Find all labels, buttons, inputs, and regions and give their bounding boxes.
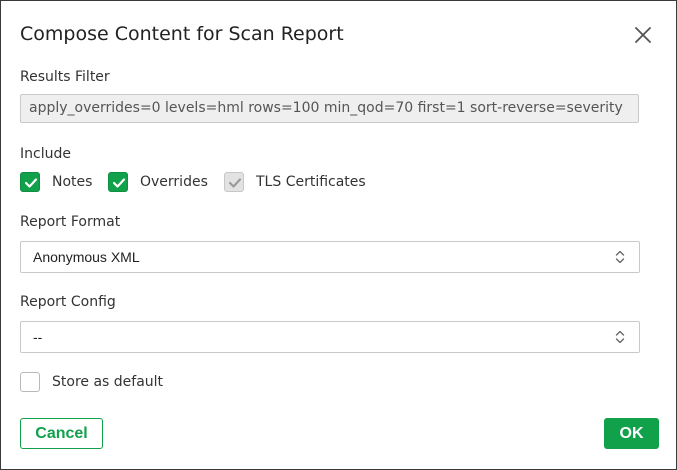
- checkmark-icon: [228, 178, 242, 188]
- report-format-select[interactable]: Anonymous XML: [20, 241, 640, 273]
- report-format-value: Anonymous XML: [33, 249, 140, 265]
- select-arrows-icon: [615, 250, 625, 264]
- store-as-default-label[interactable]: Store as default: [52, 374, 163, 390]
- compose-content-dialog: Compose Content for Scan Report Results …: [0, 0, 677, 470]
- notes-checkbox[interactable]: [20, 172, 40, 192]
- overrides-checkbox-label[interactable]: Overrides: [140, 174, 208, 190]
- notes-checkbox-label[interactable]: Notes: [52, 174, 92, 190]
- report-config-select[interactable]: --: [20, 321, 640, 353]
- ok-button[interactable]: OK: [604, 418, 659, 449]
- close-icon[interactable]: [631, 23, 655, 47]
- store-as-default-checkbox[interactable]: [20, 372, 40, 392]
- cancel-button[interactable]: Cancel: [20, 418, 103, 449]
- tls-certificates-checkbox-label: TLS Certificates: [256, 174, 366, 190]
- checkmark-icon: [24, 178, 38, 188]
- include-label: Include: [20, 146, 71, 162]
- checkmark-icon: [112, 178, 126, 188]
- results-filter-label: Results Filter: [20, 69, 110, 85]
- report-config-value: --: [33, 329, 43, 345]
- report-format-label: Report Format: [20, 214, 121, 230]
- dialog-title: Compose Content for Scan Report: [20, 23, 344, 45]
- tls-certificates-checkbox: [224, 172, 244, 192]
- results-filter-field: apply_overrides=0 levels=hml rows=100 mi…: [20, 94, 639, 123]
- report-config-label: Report Config: [20, 294, 116, 310]
- overrides-checkbox[interactable]: [108, 172, 128, 192]
- select-arrows-icon: [615, 330, 625, 344]
